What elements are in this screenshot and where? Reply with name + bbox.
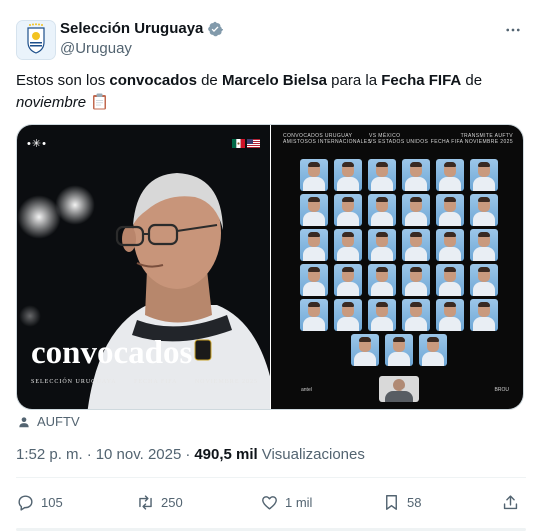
person-icon [19,416,29,427]
post-text-italic: noviembre [16,94,87,111]
sponsor-logo: antel [301,387,312,393]
player-portrait [333,194,362,226]
player-portrait [435,229,464,261]
reply-icon [18,494,33,511]
squad-header-right: TRANSMITE AUFTV FECHA FIFA NOVIEMBRE 202… [431,133,513,145]
player-portrait [299,264,328,296]
reply-count: 105 [41,494,63,510]
post-text-bold: Marcelo Bielsa [221,72,328,89]
clipboard-emoji-icon [92,93,107,110]
squad-header-line: VS ESTADOS UNIDOS [369,139,429,145]
player-portrait [299,229,328,261]
attribution-label: AUFTV [37,414,80,429]
flags [232,139,260,148]
player-portrait [469,264,498,296]
player-portrait [333,299,362,331]
player-portrait [469,159,498,191]
media-attribution[interactable]: AUFTV [17,414,80,429]
player-portrait [333,229,362,261]
player-portrait [299,194,328,226]
player-portrait [367,159,396,191]
player-portrait [401,194,430,226]
repost-count: 250 [161,494,183,510]
caption-month: NOVIEMBRE 2025 [194,379,258,385]
sponsor-bar: antel ✔ BROU [301,387,509,393]
player-portrait [435,299,464,331]
squad-header-line: AMISTOSOS INTERNACIONALES [283,139,372,145]
more-options-icon[interactable] [502,22,524,38]
post-card[interactable]: Selección Uruguaya @Uruguay Estos son lo… [0,0,542,531]
player-portrait [367,299,396,331]
post-meta: 1:52 p. m. · 10 nov. 2025 · 490,5 mil Vi… [16,446,365,463]
bookmark-icon [386,494,397,510]
mexico-flag-icon [232,139,245,148]
media-image-squad[interactable]: CONVOCADOS URUGUAY AMISTOSOS INTERNACION… [271,125,523,409]
action-bar: 105 250 1 mil 58 [16,488,526,516]
squad-header-line: FECHA FIFA NOVIEMBRE 2025 [430,139,513,145]
like-count: 1 mil [285,494,313,510]
usa-flag-icon [247,139,260,148]
media-gallery[interactable]: •✳• convocados SELECCIÓN URUGUAYA FECHA … [16,124,524,410]
post-text-part: de [461,72,483,89]
stadium-light [19,305,41,327]
player-portrait [401,229,430,261]
player-portrait [469,194,498,226]
player-portrait [401,299,430,331]
squad-header-mid: VS MÉXICO VS ESTADOS UNIDOS [369,133,428,145]
meta-separator: · [86,446,92,463]
views-label: Visualizaciones [261,446,365,463]
image-caption: SELECCIÓN URUGUAYA FECHA FIFA NOVIEMBRE … [31,379,258,385]
player-portrait [333,159,362,191]
player-portrait [435,264,464,296]
author-name[interactable]: Selección Uruguaya [60,20,203,37]
reply-button[interactable]: 105 [16,488,63,516]
player-portrait [384,334,413,366]
player-portrait [469,299,498,331]
views-count: 490,5 mil [194,446,258,463]
bookmark-count: 58 [407,494,422,510]
post-date[interactable]: 10 nov. 2025 [96,446,182,463]
headline-convocados: convocados [31,335,193,371]
auf-crest-icon: •✳• [27,138,47,150]
player-portrait [418,334,447,366]
repost-icon [139,494,152,510]
avatar[interactable] [16,20,56,60]
caption-team: SELECCIÓN URUGUAYA [31,379,117,385]
player-portrait [367,264,396,296]
post-time[interactable]: 1:52 p. m. [16,446,83,463]
bookmark-button[interactable]: 58 [382,488,421,516]
post-text-bold: Fecha FIFA [381,72,462,89]
post-text: Estos son los convocados de Marcelo Biel… [16,70,526,114]
player-portrait [401,264,430,296]
like-button[interactable]: 1 mil [260,488,312,516]
sponsor-logo: BROU [494,387,509,393]
player-portrait [299,299,328,331]
player-portrait [435,194,464,226]
player-portrait [367,229,396,261]
player-portrait [401,159,430,191]
meta-separator: · [185,446,191,463]
share-button[interactable] [501,488,520,516]
share-icon [503,494,518,509]
player-portrait [469,229,498,261]
post-text-bold: convocados [109,72,197,89]
squad-header-left: CONVOCADOS URUGUAY AMISTOSOS INTERNACION… [283,133,371,145]
player-portrait [333,264,362,296]
media-image-coach[interactable]: •✳• convocados SELECCIÓN URUGUAYA FECHA … [17,125,270,409]
post-text-part: Estos son los [16,72,110,89]
player-portrait [299,159,328,191]
repost-button[interactable]: 250 [136,488,183,516]
divider [16,477,526,478]
verified-badge-icon [207,21,224,37]
heart-icon [262,495,277,510]
caption-fecha: FECHA FIFA [134,379,178,385]
post-text-part: para la [327,72,382,89]
player-portrait [350,334,379,366]
post-text-part: de [196,72,222,89]
author-handle[interactable]: @Uruguay [60,40,132,57]
sponsor-logo-icon: ✔ [401,387,406,393]
player-portrait [435,159,464,191]
player-portrait [367,194,396,226]
